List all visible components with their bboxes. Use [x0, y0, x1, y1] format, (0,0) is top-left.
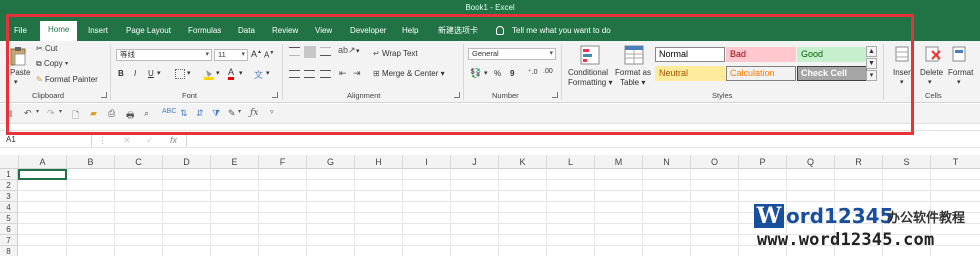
- row-header[interactable]: 8: [0, 246, 18, 256]
- gridline: [546, 169, 547, 256]
- column-headers: A B C D E F G H I J K L M N O P Q R S T: [0, 155, 980, 169]
- insert-function-button[interactable]: fx: [170, 133, 177, 147]
- more-options-icon: ⋮: [98, 135, 107, 145]
- column-header[interactable]: K: [498, 155, 546, 169]
- row-header[interactable]: 5: [0, 213, 18, 224]
- column-header[interactable]: M: [594, 155, 642, 169]
- column-header[interactable]: B: [66, 155, 114, 169]
- active-cell[interactable]: [18, 169, 67, 180]
- column-header[interactable]: C: [114, 155, 162, 169]
- column-header[interactable]: O: [690, 155, 738, 169]
- gridline: [66, 169, 67, 256]
- cancel-icon[interactable]: ✕: [123, 133, 131, 147]
- column-header[interactable]: A: [18, 155, 66, 169]
- watermark-logo: W ord12345: [754, 203, 894, 229]
- gridline: [738, 169, 739, 256]
- gridline: [258, 169, 259, 256]
- enter-icon[interactable]: ✓: [146, 133, 154, 147]
- column-header[interactable]: S: [882, 155, 930, 169]
- column-header[interactable]: L: [546, 155, 594, 169]
- column-header[interactable]: F: [258, 155, 306, 169]
- gridline: [162, 169, 163, 256]
- highlight-box: [6, 14, 914, 135]
- name-box[interactable]: A1: [0, 133, 92, 147]
- window-title: Book1 - Excel: [0, 0, 980, 15]
- column-header[interactable]: N: [642, 155, 690, 169]
- row-header[interactable]: 6: [0, 224, 18, 235]
- row-header[interactable]: 7: [0, 235, 18, 246]
- formula-input[interactable]: [186, 133, 976, 147]
- gridline: [450, 169, 451, 256]
- chevron-down-icon[interactable]: ▾: [957, 78, 961, 86]
- gridline: [402, 169, 403, 256]
- row-header[interactable]: 3: [0, 191, 18, 202]
- column-header[interactable]: H: [354, 155, 402, 169]
- column-header[interactable]: J: [450, 155, 498, 169]
- column-header[interactable]: I: [402, 155, 450, 169]
- group-label-cells: Cells: [925, 91, 942, 100]
- gridline: [594, 169, 595, 256]
- gridline: [354, 169, 355, 256]
- column-header[interactable]: T: [930, 155, 980, 169]
- gridline: [306, 169, 307, 256]
- row-header[interactable]: 1: [0, 169, 18, 180]
- column-header[interactable]: E: [210, 155, 258, 169]
- column-header[interactable]: G: [306, 155, 354, 169]
- gridline: [210, 169, 211, 256]
- row-header[interactable]: 4: [0, 202, 18, 213]
- gridline: [642, 169, 643, 256]
- gridline: [114, 169, 115, 256]
- column-header[interactable]: Q: [786, 155, 834, 169]
- select-all-corner[interactable]: [0, 155, 18, 169]
- format-cells-icon[interactable]: [952, 46, 966, 62]
- row-header[interactable]: 2: [0, 180, 18, 191]
- delete-cells-icon[interactable]: [925, 46, 941, 62]
- column-header[interactable]: P: [738, 155, 786, 169]
- column-header[interactable]: D: [162, 155, 210, 169]
- watermark-brand: ord12345: [786, 204, 894, 228]
- gridline: [690, 169, 691, 256]
- watermark-logo-letter: W: [754, 204, 784, 228]
- watermark-subtitle: 办公软件教程: [887, 210, 966, 225]
- column-header[interactable]: R: [834, 155, 882, 169]
- watermark-url: www.word12345.com: [757, 230, 935, 250]
- delete-button[interactable]: Delete: [920, 68, 943, 77]
- format-button[interactable]: Format: [948, 68, 973, 77]
- gridline: [498, 169, 499, 256]
- chevron-down-icon[interactable]: ▾: [928, 78, 932, 86]
